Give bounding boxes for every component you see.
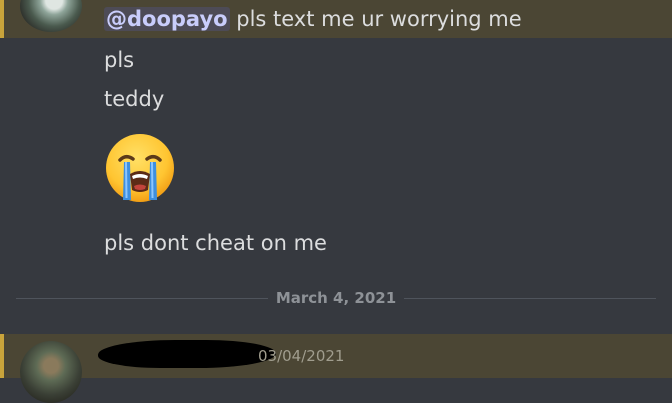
- message-text: pls text me ur worrying me: [229, 7, 522, 31]
- divider-line: [404, 298, 656, 299]
- date-divider: March 4, 2021: [16, 288, 656, 308]
- message-text: pls: [104, 48, 135, 72]
- user-mention[interactable]: @doopayo: [104, 7, 230, 31]
- mention-accent-bar: [0, 334, 4, 378]
- message-text: pls dont cheat on me: [104, 231, 327, 255]
- message-text: teddy: [104, 87, 165, 111]
- loudly-crying-face-icon: [104, 132, 176, 204]
- avatar[interactable]: [20, 0, 82, 32]
- message-timestamp: 03/04/2021: [258, 347, 345, 365]
- divider-line: [16, 298, 268, 299]
- divider-date: March 4, 2021: [275, 289, 397, 307]
- message-content: @doopayo pls text me ur worrying me: [104, 5, 522, 33]
- mention-accent-bar: [0, 0, 4, 38]
- redacted-username: [98, 340, 276, 368]
- highlighted-message[interactable]: @doopayo pls text me ur worrying me: [0, 0, 672, 38]
- highlighted-message[interactable]: 03/04/2021: [0, 334, 672, 403]
- avatar[interactable]: [20, 341, 82, 403]
